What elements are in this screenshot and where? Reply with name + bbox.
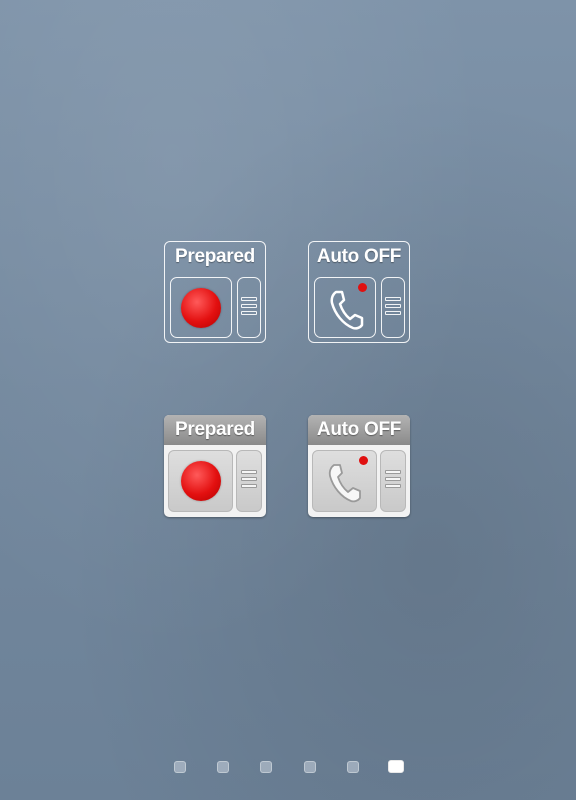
recorder-widget-solid-prepared[interactable]: Prepared bbox=[164, 415, 266, 517]
status-dot-icon bbox=[359, 456, 368, 465]
menu-button[interactable] bbox=[237, 277, 261, 338]
record-dot-icon bbox=[180, 461, 221, 501]
page-indicator bbox=[0, 760, 576, 774]
page-dot-2[interactable] bbox=[217, 761, 229, 773]
page-dot-5[interactable] bbox=[347, 761, 359, 773]
widget-title: Auto OFF bbox=[308, 415, 410, 445]
page-dot-1[interactable] bbox=[174, 761, 186, 773]
home-screen: { "widgets": [ {"style": "outline", "tit… bbox=[0, 0, 576, 800]
record-button[interactable] bbox=[168, 450, 233, 512]
recorder-widget-outline-prepared[interactable]: Prepared bbox=[164, 241, 266, 343]
widget-title: Prepared bbox=[175, 246, 255, 267]
record-dot-icon bbox=[181, 287, 221, 328]
menu-lines-icon bbox=[241, 296, 257, 319]
menu-button[interactable] bbox=[380, 450, 406, 512]
page-dot-3[interactable] bbox=[260, 761, 272, 773]
recorder-widget-solid-auto[interactable]: Auto OFF bbox=[308, 415, 410, 517]
menu-lines-icon bbox=[385, 296, 401, 319]
record-button[interactable] bbox=[170, 277, 232, 338]
menu-lines-icon bbox=[241, 470, 257, 492]
phone-icon bbox=[328, 464, 361, 503]
widget-title: Auto OFF bbox=[316, 246, 402, 267]
page-dot-6-active[interactable] bbox=[388, 760, 404, 773]
widget-title: Prepared bbox=[164, 415, 266, 445]
recorder-widget-outline-auto[interactable]: Auto OFF bbox=[308, 241, 410, 343]
auto-record-button[interactable] bbox=[314, 277, 376, 338]
auto-record-button[interactable] bbox=[312, 450, 377, 512]
menu-button[interactable] bbox=[381, 277, 405, 338]
menu-lines-icon bbox=[385, 470, 401, 492]
menu-button[interactable] bbox=[236, 450, 262, 512]
phone-icon bbox=[330, 290, 364, 330]
status-dot-icon bbox=[358, 283, 367, 292]
page-dot-4[interactable] bbox=[304, 761, 316, 773]
